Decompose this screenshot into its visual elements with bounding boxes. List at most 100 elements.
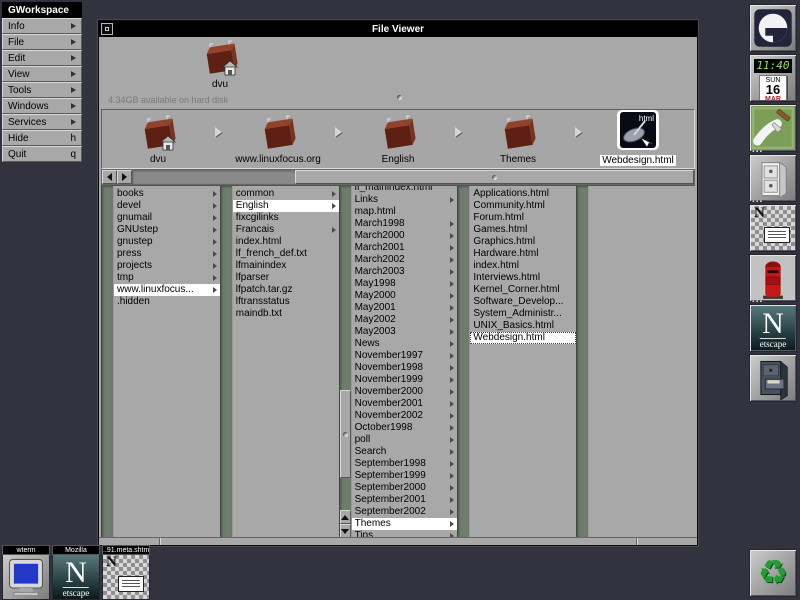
list-item-projects[interactable]: projects [114,260,220,272]
scroll-down-button[interactable] [340,524,351,538]
dock-tile-paint-hand[interactable] [749,104,797,152]
dock-tile-netscape[interactable]: Netscape [749,304,797,352]
list-item-gnustep[interactable]: gnustep [114,236,220,248]
shelf-item-english[interactable]: English [350,114,446,165]
column-scrollbar[interactable] [220,186,233,538]
list-item-november2001[interactable]: November2001 [352,398,458,410]
list-item-hardware-html[interactable]: Hardware.html [470,248,576,260]
menu-item-quit[interactable]: Quitq [2,146,82,162]
list-item-lfparser[interactable]: lfparser [233,272,339,284]
list-item-september2001[interactable]: September2001 [352,494,458,506]
scrollbar-track[interactable] [132,170,694,184]
list-item-november2002[interactable]: November2002 [352,410,458,422]
list-item-tmp[interactable]: tmp [114,272,220,284]
dock-tile-drawer-dark[interactable] [749,354,797,402]
list-item-system-administr[interactable]: System_Administr... [470,308,576,320]
list-item-lfpatch-tar-gz[interactable]: lfpatch.tar.gz [233,284,339,296]
list-item-gnustep[interactable]: GNUstep [114,224,220,236]
list-item-may2002[interactable]: May2002 [352,314,458,326]
list-item-interviews-html[interactable]: Interviews.html [470,272,576,284]
menu-title[interactable]: GWorkspace [2,2,82,18]
list-item-community-html[interactable]: Community.html [470,200,576,212]
list-item-games-html[interactable]: Games.html [470,224,576,236]
list-item-march2001[interactable]: March2001 [352,242,458,254]
column-scrollbar[interactable] [576,186,589,538]
list-item-software-develop[interactable]: Software_Develop... [470,296,576,308]
list-item-lftransstatus[interactable]: lftransstatus [233,296,339,308]
list-item-english[interactable]: English [233,200,339,212]
shelf-item-www-linuxfocus-org[interactable]: www.linuxfocus.org [230,114,326,165]
window-titlebar[interactable]: File Viewer [99,21,697,37]
list-item-news[interactable]: News [352,338,458,350]
column-scrollbar[interactable] [339,186,352,538]
dock-tile-file-cabinet-white[interactable] [749,154,797,202]
list-item-november1997[interactable]: November1997 [352,350,458,362]
list-item-lfmainindex[interactable]: lfmainindex [233,260,339,272]
menu-item-windows[interactable]: Windows [2,98,82,114]
list-item-francais[interactable]: Francais [233,224,339,236]
shelf-item-themes[interactable]: Themes [470,114,566,165]
miniwindow-mozilla[interactable]: Mozilla Netscape [52,545,100,600]
list-item-search[interactable]: Search [352,446,458,458]
current-folder-icon-slot[interactable]: dvu [197,39,243,90]
list-item-themes[interactable]: Themes [352,518,458,530]
list-item-november2000[interactable]: November2000 [352,386,458,398]
column-scrollbar[interactable] [101,186,114,538]
list-item-common[interactable]: common [233,188,339,200]
scrollbar-knob[interactable] [340,390,351,478]
dock-tile-clock-calendar[interactable]: 11:40SUN16MAR [749,54,797,102]
list-item-september1999[interactable]: September1999 [352,470,458,482]
window-resizebar[interactable] [99,537,697,545]
miniaturize-button[interactable] [101,23,113,35]
scroll-left-button[interactable] [102,170,117,184]
list-item-links[interactable]: Links [352,194,458,206]
list-item-gnumail[interactable]: gnumail [114,212,220,224]
list-item-fixcgilinks[interactable]: fixcgilinks [233,212,339,224]
menu-item-hide[interactable]: Hideh [2,130,82,146]
list-item-devel[interactable]: devel [114,200,220,212]
miniwindow-91-meta-shtml[interactable]: ..91.meta.shtml N [102,545,150,600]
miniwindow-wterm[interactable]: wterm [2,545,50,600]
menu-item-edit[interactable]: Edit [2,50,82,66]
list-item-may1998[interactable]: May1998 [352,278,458,290]
list-item-books[interactable]: books [114,188,220,200]
list-item-unix-basics-html[interactable]: UNIX_Basics.html [470,320,576,332]
list-item-hidden[interactable]: .hidden [114,296,220,308]
list-item-october1998[interactable]: October1998 [352,422,458,434]
list-item-september2000[interactable]: September2000 [352,482,458,494]
list-item-march2002[interactable]: March2002 [352,254,458,266]
list-item-press[interactable]: press [114,248,220,260]
list-item-march2003[interactable]: March2003 [352,266,458,278]
list-item-november1999[interactable]: November1999 [352,374,458,386]
scroll-right-button[interactable] [117,170,132,184]
shelf-item-dvu[interactable]: dvu [110,114,206,165]
list-item-lf-french-def-txt[interactable]: lf_french_def.txt [233,248,339,260]
list-item-september2002[interactable]: September2002 [352,506,458,518]
list-item-november1998[interactable]: November1998 [352,362,458,374]
column-scrollbar[interactable] [457,186,470,538]
scrollbar-knob[interactable] [295,170,694,184]
list-item-forum-html[interactable]: Forum.html [470,212,576,224]
list-item-map-html[interactable]: map.html [352,206,458,218]
list-item-poll[interactable]: poll [352,434,458,446]
list-item-applications-html[interactable]: Applications.html [470,188,576,200]
shelf-item-webdesign-html[interactable]: html Webdesign.html [590,110,686,168]
list-item-index-html[interactable]: index.html [233,236,339,248]
list-item-www-linuxfocus[interactable]: www.linuxfocus... [114,284,220,296]
list-item-kernel-corner-html[interactable]: Kernel_Corner.html [470,284,576,296]
list-item-graphics-html[interactable]: Graphics.html [470,236,576,248]
menu-item-services[interactable]: Services [2,114,82,130]
dock-tile-recycler[interactable]: ♻ [749,549,797,597]
list-item-may2000[interactable]: May2000 [352,290,458,302]
menu-item-info[interactable]: Info [2,18,82,34]
list-item-maindb-txt[interactable]: maindb.txt [233,308,339,320]
dock-tile-netscape-compose[interactable]: N [749,204,797,252]
list-item-webdesign-html[interactable]: Webdesign.html [470,332,576,344]
list-item-march1998[interactable]: March1998 [352,218,458,230]
list-item-march2000[interactable]: March2000 [352,230,458,242]
menu-item-view[interactable]: View [2,66,82,82]
list-item-may2001[interactable]: May2001 [352,302,458,314]
list-item-may2003[interactable]: May2003 [352,326,458,338]
scroll-up-button[interactable] [340,510,351,524]
list-item-index-html[interactable]: index.html [470,260,576,272]
